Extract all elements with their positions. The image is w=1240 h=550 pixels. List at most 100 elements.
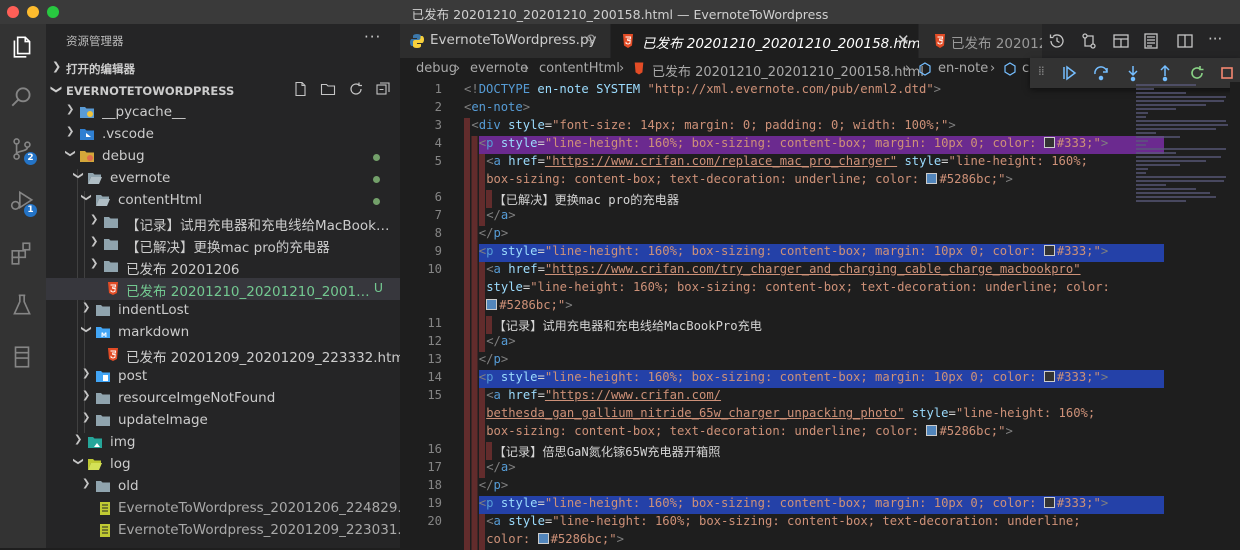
notebook-icon[interactable] xyxy=(9,344,35,370)
color-swatch[interactable] xyxy=(1043,371,1055,382)
code-line[interactable]: 12 </a> xyxy=(400,334,1130,352)
search-icon[interactable] xyxy=(9,84,35,110)
code-line[interactable]: #5286bc;"> xyxy=(400,298,1130,316)
tree-folder-markdown[interactable]: ❯ M markdown xyxy=(46,322,400,344)
tree-folder-indentlost[interactable]: ❯ indentLost xyxy=(46,300,400,322)
breadcrumb-item[interactable]: debug xyxy=(416,61,457,76)
color-swatch[interactable] xyxy=(1043,245,1055,256)
collapse-all-icon[interactable] xyxy=(375,81,391,100)
tree-folder-published-20201206[interactable]: ❯ 已发布 20201206 xyxy=(46,256,400,278)
color-swatch[interactable] xyxy=(486,299,498,310)
code-line[interactable]: 15 <a href="https://www.crifan.com/ xyxy=(400,388,1130,406)
tree-folder-post[interactable]: ❯ post xyxy=(46,366,400,388)
code-line[interactable]: 9 <p style="line-height: 160%; box-sizing… xyxy=(400,244,1164,262)
chevron-down-icon: ❯ xyxy=(72,171,84,180)
split-editor-icon[interactable] xyxy=(1176,32,1194,50)
compare-changes-icon[interactable] xyxy=(1080,32,1098,50)
breadcrumb-item[interactable]: c xyxy=(1022,61,1029,76)
tree-folder-solved-charger[interactable]: ❯ 【已解决】更换mac pro的充电器 xyxy=(46,234,400,256)
code-line[interactable]: 5 <a href="https://www.crifan.com/replace… xyxy=(400,154,1130,172)
tree-folder-updateimage[interactable]: ❯ updateImage xyxy=(46,410,400,432)
code-line[interactable]: 6 【已解决】更换mac pro的充电器 xyxy=(400,190,1130,208)
tree-folder-resourceimgenotfound[interactable]: ❯ resourceImgeNotFound xyxy=(46,388,400,410)
breadcrumb-item[interactable]: evernote xyxy=(470,61,528,76)
code-line[interactable]: 20 <a style="line-height: 160%; box-sizin… xyxy=(400,514,1130,532)
tree-file-log-20201209[interactable]: EvernoteToWordpress_20201209_223031.log xyxy=(46,520,422,542)
tree-folder-log[interactable]: ❯ log xyxy=(46,454,400,476)
step-over-icon[interactable] xyxy=(1092,64,1110,82)
preview-html-icon[interactable] xyxy=(1142,32,1160,50)
code-line[interactable]: 4 <p style="line-height: 160%; box-sizing… xyxy=(400,136,1164,154)
color-swatch[interactable] xyxy=(1043,137,1055,148)
refresh-icon[interactable] xyxy=(348,81,364,100)
tree-folder-img[interactable]: ❯ img xyxy=(46,432,400,454)
color-swatch[interactable] xyxy=(537,533,549,544)
code-editor[interactable]: 1 <!DOCTYPE en-note SYSTEM "http://xml.ev… xyxy=(400,82,1240,550)
drag-handle-icon[interactable]: ⁞⁞ xyxy=(1038,64,1045,78)
code-line[interactable]: box-sizing: content-box; text-decoration… xyxy=(400,172,1130,190)
step-into-icon[interactable] xyxy=(1124,64,1142,82)
code-line[interactable]: 3 <div style="font-size: 14px; margin: 0;… xyxy=(400,118,1130,136)
testing-flask-icon[interactable] xyxy=(9,292,35,318)
code-token: > xyxy=(1100,370,1109,384)
workspace-section[interactable]: ❯ EVERNOTETOWORDPRESS xyxy=(46,81,400,101)
pin-icon[interactable]: ⚲ xyxy=(586,33,596,48)
color-swatch[interactable] xyxy=(1043,497,1055,508)
code-line[interactable]: 10 <a href="https://www.crifan.com/try_ch… xyxy=(400,262,1130,280)
code-line[interactable]: 19 <p style="line-height: 160%; box-sizin… xyxy=(400,496,1164,514)
new-folder-icon[interactable] xyxy=(320,81,336,100)
close-icon[interactable]: ✕ xyxy=(897,31,910,49)
color-swatch[interactable] xyxy=(926,173,938,184)
code-line[interactable]: bethesda_gan_gallium_nitride_65w_charger… xyxy=(400,406,1130,424)
tab-published-20201210[interactable]: 已发布 20201210_20201210_200158.html ✕ xyxy=(611,24,924,58)
new-file-icon[interactable] xyxy=(293,81,309,100)
more-actions-icon[interactable]: ··· xyxy=(1208,30,1222,48)
indent-marker xyxy=(464,154,486,172)
code-line[interactable]: color: #5286bc;"> xyxy=(400,532,1130,550)
minimap-line xyxy=(1136,104,1206,106)
tab-published-202012[interactable]: 已发布 202012 xyxy=(919,24,1043,58)
code-line[interactable]: 8 </p> xyxy=(400,226,1130,244)
code-line[interactable]: 11 【记录】试用充电器和充电线给MacBookPro充电 xyxy=(400,316,1130,334)
continue-icon[interactable] xyxy=(1060,64,1078,82)
code-line[interactable]: box-sizing: content-box; text-decoration… xyxy=(400,424,1130,442)
code-line[interactable]: 2 <en-note> xyxy=(400,100,1130,118)
stop-icon[interactable] xyxy=(1218,64,1236,82)
open-editors-section[interactable]: ❯ 打开的编辑器 xyxy=(46,58,400,78)
tree-folder-record-charger[interactable]: ❯ 【记录】试用充电器和充电线给MacBookPro... xyxy=(46,212,400,234)
restart-icon[interactable] xyxy=(1188,64,1206,82)
tab-evernotetowordpress-py[interactable]: EvernoteToWordpress.py ⚲ xyxy=(400,24,611,58)
tree-folder-pycache[interactable]: ❯ __pycache__ xyxy=(46,102,400,124)
history-icon[interactable] xyxy=(1048,32,1066,50)
code-line[interactable]: 18 </p> xyxy=(400,478,1130,496)
tree-folder-contenthtml[interactable]: ❯ contentHtml xyxy=(46,190,400,212)
tree-file-published-20201210[interactable]: 已发布 20201210_20201210_200158.h... U xyxy=(46,278,400,300)
breadcrumb-item[interactable]: contentHtml xyxy=(539,61,620,76)
code-line[interactable]: 14 <p style="line-height: 160%; box-sizin… xyxy=(400,370,1164,388)
code-line[interactable]: 1 <!DOCTYPE en-note SYSTEM "http://xml.ev… xyxy=(400,82,1130,100)
explorer-more-button[interactable]: ··· xyxy=(364,28,381,46)
tree-folder-debug[interactable]: ❯ debug xyxy=(46,146,400,168)
tree-folder-evernote[interactable]: ❯ evernote xyxy=(46,168,400,190)
files-icon[interactable] xyxy=(9,34,35,60)
breadcrumb-item[interactable]: 已发布 20201210_20201210_200158.html xyxy=(652,61,924,80)
vertical-scrollbar[interactable] xyxy=(1230,82,1240,548)
tree-file-published-20201209[interactable]: 已发布 20201209_20201209_223332.html xyxy=(46,344,408,366)
code-text: </a> xyxy=(486,334,515,348)
code-line[interactable]: 16 【记录】倍思GaN氮化镓65W充电器开箱照 xyxy=(400,442,1130,460)
code-token: > xyxy=(508,334,516,348)
tree-file-log-20201206[interactable]: EvernoteToWordpress_20201206_224829.log xyxy=(46,498,422,520)
code-line[interactable]: 17 </a> xyxy=(400,460,1130,478)
code-line[interactable]: 13 </p> xyxy=(400,352,1130,370)
minimap[interactable] xyxy=(1134,82,1230,202)
tree-folder-vscode[interactable]: ❯ .vscode xyxy=(46,124,400,146)
step-out-icon[interactable] xyxy=(1156,64,1174,82)
code-token: style xyxy=(508,118,545,132)
code-line[interactable]: style="line-height: 160%; box-sizing: co… xyxy=(400,280,1130,298)
tree-folder-old[interactable]: ❯ old xyxy=(46,476,400,498)
breadcrumb-item[interactable]: en-note xyxy=(938,61,988,76)
color-swatch[interactable] xyxy=(926,425,938,436)
code-line[interactable]: 7 </a> xyxy=(400,208,1130,226)
open-preview-icon[interactable] xyxy=(1112,32,1130,50)
extensions-icon[interactable] xyxy=(9,240,35,266)
